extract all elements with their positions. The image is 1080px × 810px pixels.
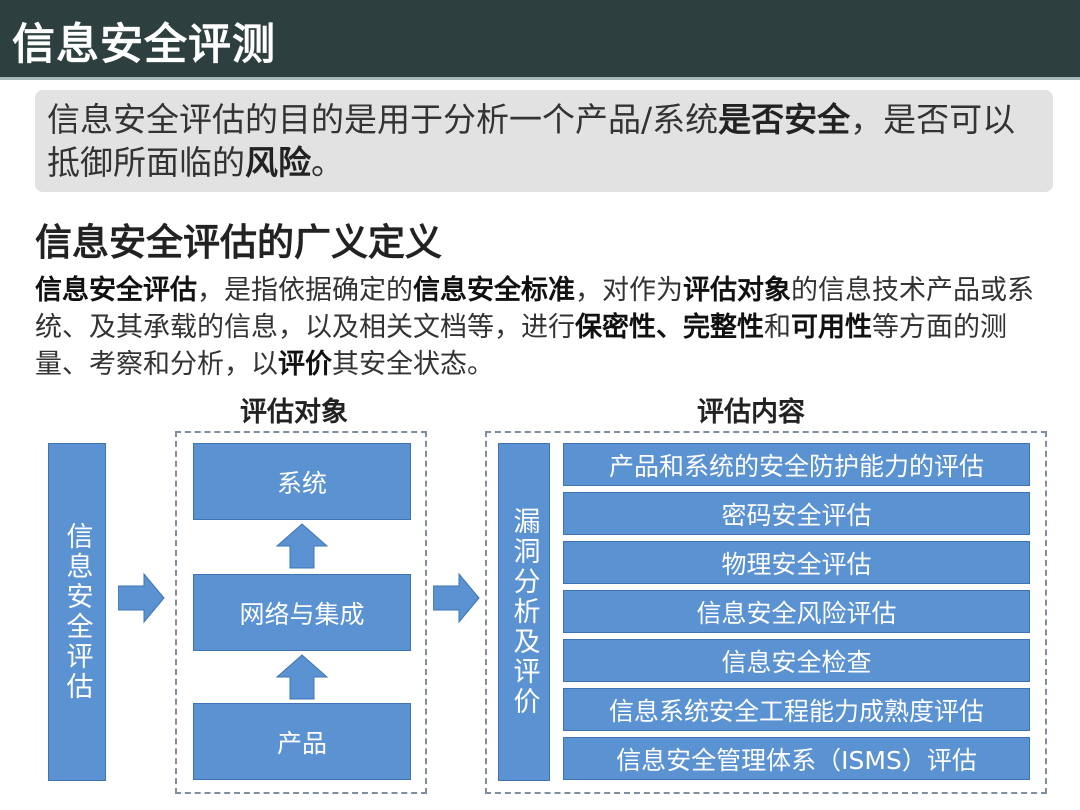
- content-item-2: 密码安全评估: [563, 492, 1030, 535]
- definition-segment-7: 和: [764, 312, 791, 343]
- intro-box: 信息安全评估的目的是用于分析一个产品/系统是否安全，是否可以抵御所面临的风险。: [35, 90, 1053, 192]
- header-objects: 评估对象: [240, 397, 348, 428]
- intro-text-3: 。: [311, 143, 344, 182]
- up-arrow-icon-2: [275, 654, 329, 700]
- object-box-product: 产品: [193, 703, 411, 780]
- right-arrow-icon-1: [118, 572, 165, 624]
- intro-text-1: 信息安全评估的目的是用于分析一个产品/系统: [47, 100, 719, 139]
- title-bar: 信息安全评测: [0, 0, 1080, 80]
- intro-bold-1: 是否安全: [718, 100, 851, 139]
- object-box-system: 系统: [193, 443, 411, 520]
- definition-segment-1: ，是指依据确定的: [197, 275, 413, 306]
- intro-bold-2: 风险: [245, 143, 311, 182]
- definition-paragraph: 信息安全评估，是指依据确定的信息安全标准，对作为评估对象的信息技术产品或系统、及…: [35, 272, 1045, 383]
- page-title: 信息安全评测: [12, 20, 276, 70]
- definition-segment-11: 其安全状态。: [332, 349, 494, 380]
- content-item-4: 信息安全风险评估: [563, 590, 1030, 633]
- section-subtitle: 信息安全评估的广义定义: [35, 221, 442, 264]
- definition-segment-10: 评价: [278, 349, 332, 380]
- definition-segment-4: 评估对象: [683, 275, 791, 306]
- content-item-5: 信息安全检查: [563, 639, 1030, 682]
- content-item-7: 信息安全管理体系（ISMS）评估: [563, 737, 1030, 780]
- right-arrow-icon-2: [433, 572, 480, 624]
- definition-segment-8: 可用性: [791, 312, 872, 343]
- content-item-1: 产品和系统的安全防护能力的评估: [563, 443, 1030, 486]
- content-item-3: 物理安全评估: [563, 541, 1030, 584]
- content-item-6: 信息系统安全工程能力成熟度评估: [563, 688, 1030, 731]
- definition-segment-0: 信息安全评估: [35, 275, 197, 306]
- header-contents: 评估内容: [697, 397, 805, 428]
- definition-segment-6: 保密性、完整性: [575, 312, 764, 343]
- definition-segment-2: 信息安全标准: [413, 275, 575, 306]
- vulnerability-analysis-box: 漏洞分析及评价: [498, 443, 550, 781]
- assessment-box: 信息安全评估: [48, 443, 106, 781]
- object-box-network: 网络与集成: [193, 574, 411, 651]
- up-arrow-icon-1: [275, 523, 329, 569]
- definition-segment-3: ，对作为: [575, 275, 683, 306]
